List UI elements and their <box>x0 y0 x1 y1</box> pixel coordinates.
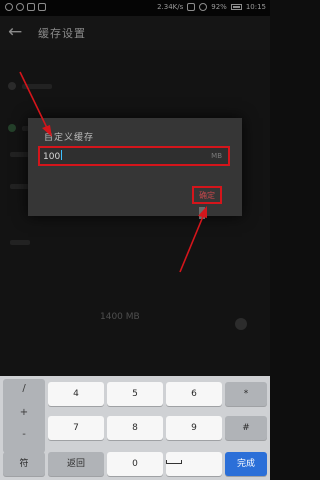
slider-knob <box>235 318 247 330</box>
setting-label-placeholder <box>22 84 52 89</box>
page-title: 缓存设置 <box>38 27 86 40</box>
key-back[interactable]: 返回 <box>48 452 104 476</box>
key-space[interactable] <box>166 452 222 476</box>
key-plus[interactable]: + <box>3 407 45 418</box>
status-indicators: 2.34K/s 92% 10:15 <box>157 3 266 11</box>
setting-label-placeholder <box>10 240 30 245</box>
settings-row <box>8 234 258 252</box>
key-5[interactable]: 5 <box>107 382 163 406</box>
text-cursor <box>61 150 63 160</box>
key-hash[interactable]: # <box>225 416 267 440</box>
custom-cache-dialog: 自定义缓存 100 MB 确定 <box>28 118 242 216</box>
key-dot[interactable]: * <box>225 382 267 406</box>
network-speed: 2.34K/s <box>157 3 184 11</box>
key-8[interactable]: 8 <box>107 416 163 440</box>
current-cache-size: 1400 MB <box>100 312 140 322</box>
vibrate-icon <box>187 3 196 11</box>
battery-icon <box>230 4 242 10</box>
back-arrow-icon[interactable]: ← <box>8 23 22 41</box>
ok-button[interactable]: 确定 <box>192 186 222 204</box>
message-icon <box>5 3 13 11</box>
key-9[interactable]: 9 <box>166 416 222 440</box>
key-done[interactable]: 完成 <box>225 452 267 476</box>
image-icon <box>38 3 46 11</box>
battery-percent: 92% <box>211 3 227 11</box>
numeric-keyboard: / + - 4 5 6 * 7 8 9 # 符 返回 0 完成 <box>0 376 270 480</box>
key-symbols[interactable]: 符 <box>3 452 45 476</box>
key-4[interactable]: 4 <box>48 382 104 406</box>
key-7[interactable]: 7 <box>48 416 104 440</box>
ok-button-label: 确定 <box>199 191 215 200</box>
key-0[interactable]: 0 <box>107 452 163 476</box>
clock: 10:15 <box>245 3 266 11</box>
app-header: ← 缓存设置 <box>0 16 270 50</box>
setting-icon <box>8 124 16 132</box>
settings-row <box>8 78 258 96</box>
cache-size-input-value: 100 <box>43 150 63 162</box>
key-slash[interactable]: / <box>3 383 45 394</box>
input-unit: MB <box>211 152 222 160</box>
status-bar: 2.34K/s 92% 10:15 <box>0 0 270 16</box>
symbol-column: / + - <box>3 379 45 453</box>
touch-pointer-icon <box>199 207 205 219</box>
key-6[interactable]: 6 <box>166 382 222 406</box>
key-minus[interactable]: - <box>3 429 45 440</box>
space-icon <box>166 460 182 464</box>
chat-icon <box>16 3 24 11</box>
cache-size-input[interactable]: 100 MB <box>38 146 230 166</box>
app-icon <box>27 3 35 11</box>
wifi-icon <box>199 3 208 11</box>
setting-icon <box>8 82 16 90</box>
status-notification-icons <box>5 3 46 11</box>
setting-label-placeholder <box>10 152 30 157</box>
dialog-title: 自定义缓存 <box>44 133 95 143</box>
